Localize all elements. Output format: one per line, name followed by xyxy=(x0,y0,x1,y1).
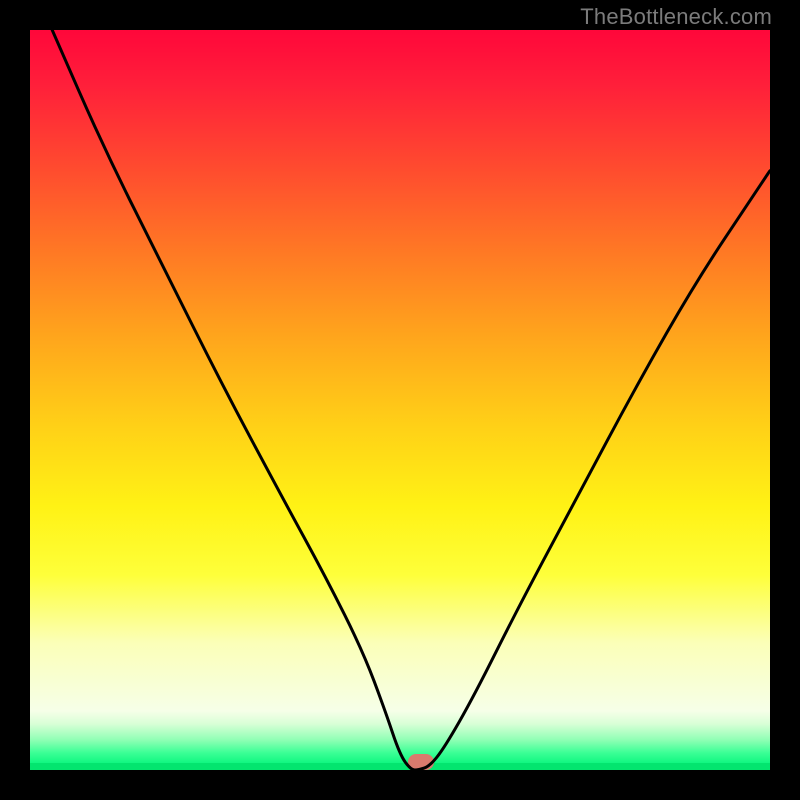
bottleneck-curve xyxy=(30,30,770,770)
chart-frame: TheBottleneck.com xyxy=(0,0,800,800)
curve-path xyxy=(52,30,770,770)
watermark-text: TheBottleneck.com xyxy=(580,4,772,30)
plot-area xyxy=(30,30,770,770)
